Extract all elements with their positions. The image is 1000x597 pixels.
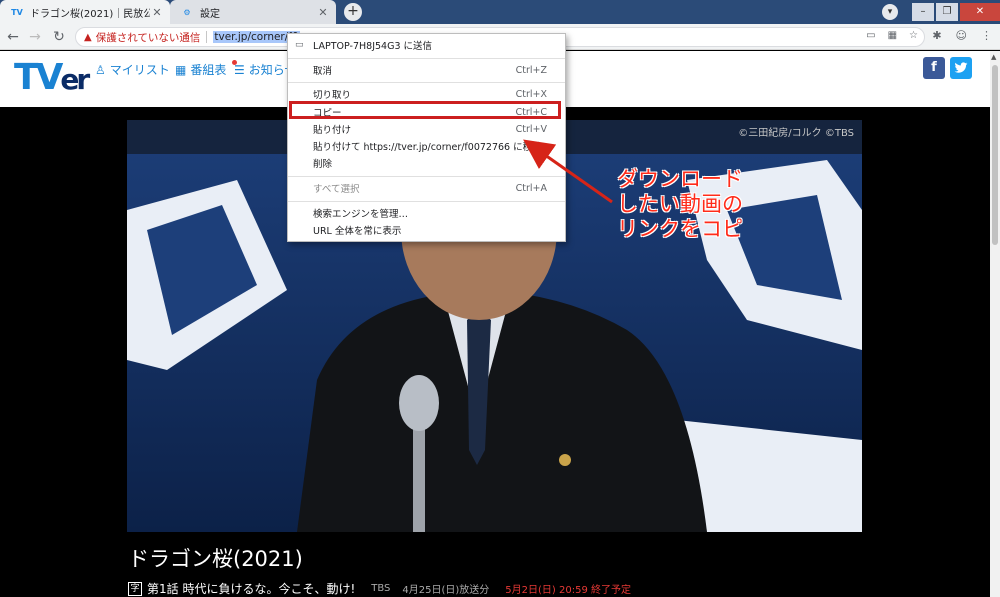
browser-window: TV ドラゴン桜(2021)｜民放公式テ ✕ ⚙ 設定 ✕ + ▾ – ❐ ✕ …	[0, 0, 1000, 597]
annotation-line: したい動画の	[617, 192, 743, 216]
annotation-arrow	[523, 139, 613, 204]
annotation-line: ダウンロード	[617, 167, 743, 191]
annotation-line: リンクをコピ	[617, 217, 743, 241]
annotation-text: ダウンロード したい動画の リンクをコピ	[617, 167, 787, 242]
